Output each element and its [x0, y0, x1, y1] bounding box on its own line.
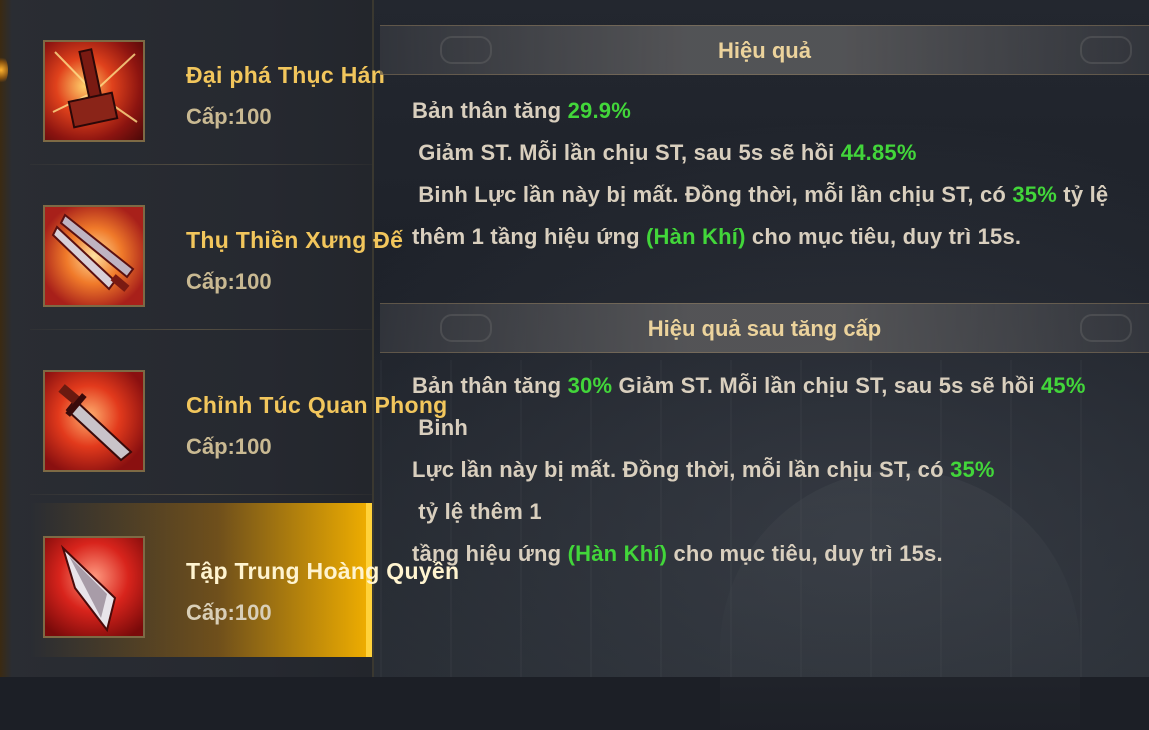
description-text: Bản thân tăng: [412, 373, 568, 398]
skill-name: Thụ Thiền Xưng Đế: [186, 227, 404, 253]
highlight-value: 45%: [1040, 373, 1086, 398]
description-text: Binh: [412, 415, 468, 440]
effect-title: Hiệu quả: [718, 38, 811, 63]
description-text: tỷ lệ: [1057, 182, 1109, 207]
description-text: Giảm ST. Mỗi lần chịu ST, sau 5s sẽ hồi: [612, 373, 1041, 398]
highlight-value: 35%: [950, 457, 995, 482]
description-text: tầng hiệu ứng: [412, 541, 568, 566]
description-line: Lực lần này bị mất. Đồng thời, mỗi lần c…: [412, 449, 1112, 533]
skill-item[interactable]: Thụ Thiền Xưng Đế Cấp:100: [30, 165, 403, 330]
upgrade-title: Hiệu quả sau tăng cấp: [647, 316, 882, 341]
description-line: tầng hiệu ứng (Hàn Khí) cho mục tiêu, du…: [412, 533, 1112, 575]
description-text: Bản thân tăng: [412, 98, 568, 123]
effect-description: Bản thân tăng 29.9% Giảm ST. Mỗi lần chị…: [412, 90, 1112, 258]
skill-name: Đại phá Thục Hán: [186, 62, 386, 88]
highlight-value: 35%: [1012, 182, 1057, 207]
skill-name: Chỉnh Túc Quan Phong: [186, 392, 448, 418]
skill-level: Cấp:100: [186, 434, 272, 459]
highlight-value: (Hàn Khí): [646, 224, 746, 249]
upgrade-description: Bản thân tăng 30% Giảm ST. Mỗi lần chịu …: [412, 365, 1112, 575]
description-line: Binh Lực lần này bị mất. Đồng thời, mỗi …: [412, 174, 1112, 216]
description-line: thêm 1 tầng hiệu ứng (Hàn Khí) cho mục t…: [412, 216, 1112, 258]
skill-level: Cấp:100: [186, 269, 272, 294]
effect-header: Hiệu quả: [380, 25, 1149, 75]
description-text: tỷ lệ thêm 1: [412, 499, 542, 524]
skill-item[interactable]: Chỉnh Túc Quan Phong Cấp:100: [30, 330, 447, 495]
skill-level: Cấp:100: [186, 104, 272, 129]
description-text: Lực lần này bị mất. Đồng thời, mỗi lần c…: [412, 457, 951, 482]
hammer-icon: [43, 40, 145, 142]
panel-left-edge: [0, 0, 12, 677]
skill-item[interactable]: Đại phá Thục Hán Cấp:100: [30, 0, 385, 165]
sword-icon: [43, 370, 145, 472]
description-text: Binh Lực lần này bị mất. Đồng thời, mỗi …: [412, 182, 1013, 207]
highlight-value: 29.9%: [567, 98, 631, 123]
description-text: thêm 1 tầng hiệu ứng: [412, 224, 647, 249]
description-text: cho mục tiêu, duy trì 15s.: [745, 224, 1022, 249]
skill-list: Đại phá Thục Hán Cấp:100 Thụ Thiền Xưng …: [0, 0, 459, 677]
highlight-value: (Hàn Khí): [567, 541, 668, 566]
skill-level: Cấp:100: [186, 600, 272, 625]
blades-icon: [43, 205, 145, 307]
highlight-value: 30%: [567, 373, 613, 398]
highlight-value: 44.85%: [840, 140, 917, 165]
spear-icon: [43, 536, 145, 638]
skill-item-selected[interactable]: Tập Trung Hoàng Quyền Cấp:100: [30, 503, 459, 657]
description-text: cho mục tiêu, duy trì 15s.: [667, 541, 943, 566]
description-line: Bản thân tăng 30% Giảm ST. Mỗi lần chịu …: [412, 365, 1112, 449]
description-line: Bản thân tăng 29.9% Giảm ST. Mỗi lần chị…: [412, 90, 1112, 174]
description-text: Giảm ST. Mỗi lần chịu ST, sau 5s sẽ hồi: [412, 140, 841, 165]
upgrade-header: Hiệu quả sau tăng cấp: [380, 303, 1149, 353]
